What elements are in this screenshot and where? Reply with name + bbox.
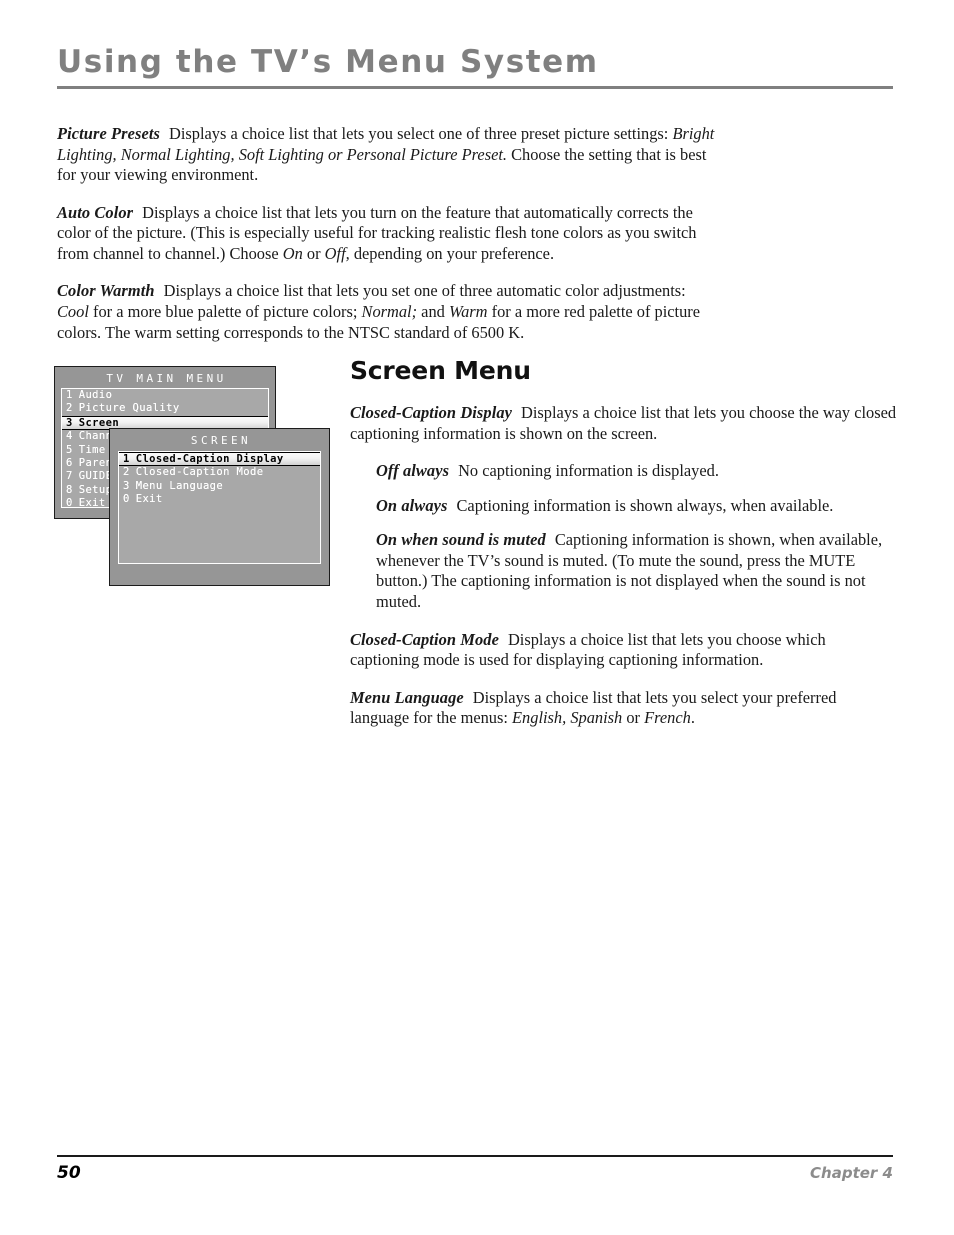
- item-number: 7: [66, 470, 73, 483]
- item-label: Exit: [78, 497, 106, 510]
- tv-main-menu-title: TV MAIN MENU: [106, 372, 227, 385]
- term-picture-presets: Picture Presets: [57, 124, 161, 143]
- paragraph-color-warmth: Color Warmth Displays a choice list that …: [57, 281, 717, 343]
- picture-presets-text-1: Displays a choice list that lets you sel…: [169, 124, 673, 143]
- screen-menu-section: Screen Menu Closed-Caption Display Displa…: [350, 358, 898, 729]
- item-number: 6: [66, 457, 73, 470]
- screen-menu-item-exit[interactable]: 0 Exit: [119, 493, 320, 506]
- menu-language-text-3: .: [690, 708, 695, 728]
- item-number: 1: [66, 389, 73, 401]
- option-off-always: Off always No captioning information is d…: [376, 461, 898, 482]
- term-menu-language: Menu Language: [350, 687, 464, 707]
- item-label: Menu Language: [135, 479, 224, 492]
- menu-language-italic-2: French: [644, 708, 691, 728]
- term-off-always: Off always: [376, 461, 450, 481]
- paragraph-auto-color: Auto Color Displays a choice list that le…: [57, 203, 717, 265]
- item-number: 2: [66, 402, 73, 415]
- page-footer: 50 Chapter 4: [57, 1155, 893, 1183]
- color-warmth-italic-warm: Warm: [448, 302, 488, 322]
- auto-color-text-3: depending on your preference.: [349, 243, 555, 263]
- on-always-text: Captioning information is shown always, …: [456, 495, 834, 515]
- main-menu-item-picture-quality[interactable]: 2 Picture Quality: [62, 402, 268, 415]
- term-on-always: On always: [376, 495, 448, 515]
- section-heading: Screen Menu: [350, 356, 531, 385]
- footer-divider: [57, 1155, 893, 1157]
- screen-menu-item-menu-language[interactable]: 3 Menu Language: [119, 480, 320, 493]
- screen-submenu-title: SCREEN: [190, 434, 252, 447]
- item-label: Closed-Caption Display: [135, 453, 284, 465]
- item-number: 1: [123, 453, 130, 465]
- item-label: Audio: [78, 389, 113, 401]
- color-warmth-text-3: and: [417, 302, 449, 322]
- auto-color-italic-off: Off,: [324, 243, 350, 263]
- term-on-when-sound-is-muted: On when sound is muted: [376, 530, 546, 550]
- tv-menu-illustration: TV MAIN MENU 1 Audio 2 Picture Quality 3 Sc…: [54, 366, 344, 591]
- footer-row: 50 Chapter 4: [57, 1163, 893, 1183]
- screen-menu-item-closed-caption-display[interactable]: 1 Closed-Caption Display: [119, 452, 320, 467]
- paragraph-closed-caption-display: Closed-Caption Display Displays a choice …: [350, 403, 898, 444]
- item-number: 3: [66, 416, 73, 429]
- term-color-warmth: Color Warmth: [57, 281, 155, 301]
- page-header: Using the TV’s Menu System: [57, 46, 893, 89]
- color-warmth-text-1: Displays a choice list that lets you set…: [163, 281, 686, 301]
- screen-menu-item-closed-caption-mode[interactable]: 2 Closed-Caption Mode: [119, 466, 320, 479]
- screen-submenu-list: 1 Closed-Caption Display 2 Closed-Caption …: [118, 451, 321, 564]
- item-label: Time: [78, 443, 106, 456]
- chapter-label: Chapter 4: [810, 1164, 893, 1182]
- paragraph-closed-caption-mode: Closed-Caption Mode Displays a choice lis…: [350, 630, 898, 671]
- menu-language-text-2: or: [622, 708, 645, 728]
- term-auto-color: Auto Color: [57, 202, 134, 222]
- item-number: 8: [66, 483, 73, 496]
- screen-submenu-panel: SCREEN 1 Closed-Caption Display 2 Closed-C…: [109, 428, 330, 586]
- paragraph-menu-language: Menu Language Displays a choice list that…: [350, 688, 898, 729]
- menu-language-italic-1: English, Spanish: [512, 708, 623, 728]
- off-always-text: No captioning information is displayed.: [458, 461, 719, 481]
- item-label: Picture Quality: [78, 402, 180, 415]
- page-title: Using the TV’s Menu System: [57, 44, 599, 80]
- item-number: 3: [123, 479, 130, 492]
- color-warmth-italic-normal: Normal;: [361, 302, 418, 322]
- page-number: 50: [57, 1163, 81, 1183]
- paragraph-picture-presets: Picture Presets Displays a choice list th…: [57, 124, 717, 186]
- item-label: Exit: [135, 493, 163, 506]
- item-label: Setup: [78, 483, 113, 496]
- main-menu-item-audio[interactable]: 1 Audio: [62, 389, 268, 402]
- item-number: 0: [66, 497, 73, 510]
- term-closed-caption-mode: Closed-Caption Mode: [350, 629, 499, 649]
- auto-color-text-2: or: [302, 243, 325, 263]
- option-on-when-sound-is-muted: On when sound is muted Captioning informa…: [376, 530, 898, 612]
- color-warmth-italic-cool: Cool: [57, 302, 89, 322]
- item-label: Screen: [78, 416, 120, 429]
- term-closed-caption-display: Closed-Caption Display: [350, 403, 513, 422]
- intro-section: Picture Presets Displays a choice list th…: [57, 124, 717, 343]
- item-number: 0: [123, 493, 130, 506]
- option-on-always: On always Captioning information is shown…: [376, 496, 898, 517]
- item-number: 4: [66, 430, 73, 443]
- color-warmth-text-2: for a more blue palette of picture color…: [88, 302, 362, 322]
- auto-color-italic-on: On: [282, 243, 303, 263]
- title-divider: [57, 85, 893, 89]
- item-number: 2: [123, 466, 130, 479]
- item-label: Closed-Caption Mode: [135, 466, 264, 479]
- item-number: 5: [66, 443, 73, 456]
